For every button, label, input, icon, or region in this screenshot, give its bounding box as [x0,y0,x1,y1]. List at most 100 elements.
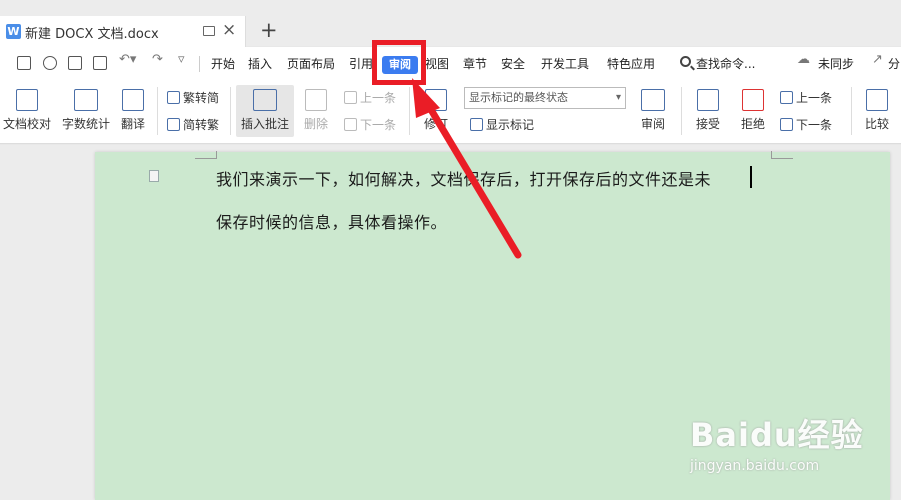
next-change-button[interactable]: 下一条 [780,116,832,133]
proof-label: 文档校对 [3,117,52,131]
document-tab-title: 新建 DOCX 文档.docx [25,27,159,42]
menu-references[interactable]: 引用 [349,55,373,72]
toolbar-divider [230,87,231,135]
insert-comment-icon [253,89,277,111]
menu-chapter[interactable]: 章节 [463,55,487,72]
next-comment-button[interactable]: 下一条 [344,116,396,133]
insert-comment-button[interactable]: 插入批注 [239,89,291,132]
previous-change-label: 上一条 [796,91,833,105]
markup-state-value: 显示标记的最终状态 [469,91,568,104]
menu-divider [199,56,200,72]
menu-insert[interactable]: 插入 [248,55,272,72]
cloud-sync-icon[interactable]: ☁ [797,52,810,67]
next-comment-label: 下一条 [360,118,397,132]
save-icon[interactable] [17,56,31,70]
document-text-line-2[interactable]: 保存时候的信息，具体看操作。 [216,209,447,233]
undo-icon[interactable]: ↶▾ [119,52,136,67]
review-pane-button[interactable]: 审阅 [634,89,672,132]
proof-icon [16,89,38,111]
markup-state-select[interactable]: 显示标记的最终状态 ▾ [464,87,626,109]
word-count-icon [74,89,98,111]
window-icon[interactable] [203,26,215,36]
show-markup-icon [470,118,483,131]
simp-to-trad-label: 简转繁 [183,118,220,132]
redo-icon[interactable]: ↷ [152,52,163,67]
sync-status[interactable]: 未同步 [818,55,854,72]
trad-to-simp-button[interactable]: 繁转简 [167,89,219,106]
watermark-url: jingyan.baidu.com [690,458,820,474]
simp-to-trad-icon [167,118,180,131]
menu-view[interactable]: 视图 [425,55,449,72]
customize-chevron-icon[interactable]: ▿ [178,52,185,67]
word-count-button[interactable]: 字数统计 [61,89,111,132]
reject-button[interactable]: 拒绝 [734,89,772,132]
menu-developer-tools[interactable]: 开发工具 [541,55,589,72]
review-pane-label: 审阅 [640,117,665,131]
simp-to-trad-button[interactable]: 简转繁 [167,116,219,133]
next-comment-icon [344,118,357,131]
new-tab-button[interactable]: + [260,18,278,42]
reject-label: 拒绝 [740,117,765,131]
previous-comment-icon [344,91,357,104]
print-icon[interactable] [68,56,82,70]
translate-icon [122,89,144,111]
chevron-down-icon: ▾ [615,92,621,103]
toolbar-divider [851,87,852,135]
menu-page-layout[interactable]: 页面布局 [287,55,335,72]
document-proof-button[interactable]: 文档校对 [3,89,51,132]
previous-comment-button[interactable]: 上一条 [344,89,396,106]
toolbar-divider [157,87,158,135]
compare-label: 比较 [864,117,889,131]
share-icon[interactable]: ↗ [872,52,883,67]
trad-to-simp-icon [167,91,180,104]
format-painter-icon[interactable] [43,56,57,70]
compare-icon [866,89,888,111]
track-changes-label: 修订 [423,117,448,131]
baidu-jingyan-watermark: Baidu经验 jingyan.baidu.com [690,410,864,474]
accept-button[interactable]: 接受 [689,89,727,132]
translate-button[interactable]: 翻译 [120,89,146,132]
search-icon[interactable] [680,56,691,67]
tab-bar: W 新建 DOCX 文档.docx × + [0,0,901,47]
word-count-label: 字数统计 [61,117,110,131]
review-toolbar: 文档校对 字数统计 翻译 繁转简 简转繁 插入批注 删除 上一条 下一条 修订 … [0,81,901,144]
wps-logo-icon: W [6,24,21,39]
text-cursor [750,166,752,188]
review-pane-icon [641,89,665,111]
menu-security[interactable]: 安全 [501,55,525,72]
menu-special-apps[interactable]: 特色应用 [607,55,655,72]
compare-button[interactable]: 比较 [858,89,896,132]
previous-change-icon [780,91,793,104]
document-text-line-1[interactable]: 我们来演示一下，如何解决，文档保存后，打开保存后的文件还是未 [216,166,711,190]
track-changes-button[interactable]: 修订 [417,89,455,132]
delete-comment-button[interactable]: 删除 [298,89,334,132]
highlight-box [372,40,426,85]
margin-corner-marker [771,151,793,159]
paragraph-layout-icon[interactable] [149,170,159,182]
close-tab-icon[interactable]: × [222,20,236,40]
next-change-icon [780,118,793,131]
previous-change-button[interactable]: 上一条 [780,89,832,106]
menu-home[interactable]: 开始 [211,55,235,72]
accept-icon [697,89,719,111]
trad-to-simp-label: 繁转简 [183,91,220,105]
track-changes-icon [425,89,447,111]
watermark-brand: Baidu经验 [690,416,864,454]
show-markup-button[interactable]: 显示标记 [470,116,534,133]
command-search[interactable]: 查找命令... [696,55,755,72]
share-label[interactable]: 分 [888,55,900,72]
delete-comment-label: 删除 [303,117,328,131]
print-preview-icon[interactable] [93,56,107,70]
toolbar-divider [409,87,410,135]
wps-writer-window: W 新建 DOCX 文档.docx × + ↶▾ ↷ ▿ 开始 插入 页面布局 … [0,0,901,500]
toolbar-divider [681,87,682,135]
next-change-label: 下一条 [796,118,833,132]
show-markup-label: 显示标记 [486,118,535,132]
reject-icon [742,89,764,111]
document-tab[interactable]: W 新建 DOCX 文档.docx × [0,16,246,47]
accept-label: 接受 [695,117,720,131]
translate-label: 翻译 [120,117,145,131]
menu-bar: ↶▾ ↷ ▿ 开始 插入 页面布局 引用 审阅 视图 章节 安全 开发工具 特色… [0,47,901,81]
previous-comment-label: 上一条 [360,91,397,105]
delete-comment-icon [305,89,327,111]
